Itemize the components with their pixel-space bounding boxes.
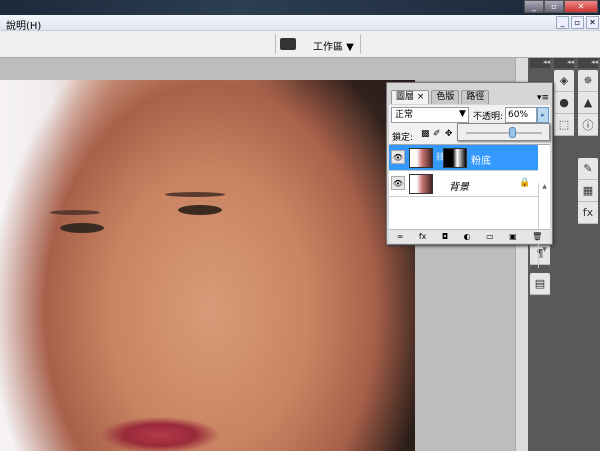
minimize-button[interactable]: _ — [524, 0, 544, 13]
fx-icon[interactable]: fx — [419, 232, 427, 241]
channels-icon[interactable]: ● — [554, 92, 574, 114]
tab-paths[interactable]: 路徑 — [461, 90, 490, 104]
doc-close-button[interactable]: ✕ — [586, 16, 599, 29]
navigator-icon[interactable]: ✵ — [578, 70, 598, 92]
dock-collapse-button[interactable]: ◂◂ — [554, 58, 574, 68]
close-button[interactable]: ✕ — [564, 0, 598, 13]
opacity-slider-popup[interactable] — [457, 123, 550, 141]
layer-row[interactable]: 👁 ⛓ 粉底 — [389, 145, 538, 171]
new-layer-icon[interactable]: ▣ — [509, 232, 517, 241]
tab-layers[interactable]: 圖層 × — [391, 90, 430, 104]
layer-thumbnail — [409, 174, 433, 194]
eye — [60, 223, 104, 233]
info-icon[interactable]: ⓘ — [578, 114, 598, 136]
eyebrow — [165, 192, 225, 197]
layers-icon[interactable]: ◈ — [554, 70, 574, 92]
panel-menu-button[interactable]: ▾≡ — [537, 93, 549, 103]
link-icon[interactable]: ∞ — [397, 232, 404, 241]
layer-name: 粉底 — [471, 156, 491, 167]
visibility-eye-icon[interactable]: 👁 — [391, 176, 405, 190]
tool-icon[interactable]: ▤ — [530, 273, 550, 295]
opacity-label: 不透明: — [473, 112, 504, 122]
dock-collapse-button[interactable]: ◂◂ — [578, 58, 598, 68]
lock-icon: 🔒 — [519, 178, 531, 188]
lock-label: 鎖定: — [392, 133, 414, 143]
document-canvas[interactable] — [0, 80, 415, 451]
dropdown-arrow-icon: ▼ — [459, 109, 466, 119]
folder-icon[interactable]: ▭ — [486, 232, 494, 241]
eyebrow — [50, 210, 100, 215]
bridge-icon[interactable] — [280, 38, 296, 50]
brushes-icon[interactable]: ✎ — [578, 158, 598, 180]
menu-help[interactable]: 說明(H) — [6, 17, 41, 32]
options-bar: 工作區 ▼ — [0, 31, 600, 58]
blend-mode-select[interactable]: 正常 — [391, 107, 469, 123]
layers-scrollbar[interactable]: ▲ ▼ — [538, 183, 550, 268]
lock-transparency-icon[interactable]: ▩ — [421, 129, 430, 139]
mask-icon[interactable]: ◘ — [442, 232, 448, 241]
eye — [178, 205, 222, 215]
opacity-slider-knob[interactable] — [508, 127, 516, 138]
doc-minimize-button[interactable]: _ — [556, 16, 569, 29]
adjustment-icon[interactable]: ◐ — [464, 232, 471, 241]
dock-collapse-button[interactable]: ◂◂ — [530, 58, 550, 68]
layer-thumbnail — [409, 148, 433, 168]
layer-name: 背景 — [449, 182, 469, 193]
opacity-slider-button[interactable]: ▸ — [537, 107, 549, 123]
workspace-menu[interactable]: 工作區 ▼ — [313, 38, 354, 53]
lock-paint-icon[interactable]: ✐ — [433, 129, 441, 139]
histogram-icon[interactable]: ▲ — [578, 92, 598, 114]
styles-icon[interactable]: fx — [578, 202, 598, 224]
title-bar: _ ▫ ✕ — [0, 0, 600, 15]
doc-restore-button[interactable]: ▫ — [571, 16, 584, 29]
paths-icon[interactable]: ⬚ — [554, 114, 574, 136]
visibility-eye-icon[interactable]: 👁 — [391, 150, 405, 164]
layer-row[interactable]: 👁 背景 🔒 — [389, 171, 538, 197]
lock-move-icon[interactable]: ✥ — [445, 129, 453, 139]
menu-bar: 說明(H) _ ▫ ✕ — [0, 15, 600, 32]
restore-button[interactable]: ▫ — [544, 0, 564, 13]
swatches-icon[interactable]: ▦ — [578, 180, 598, 202]
layer-mask-thumbnail[interactable] — [443, 148, 467, 168]
trash-icon[interactable]: 🗑 — [532, 232, 542, 241]
tab-channels[interactable]: 色版 — [431, 90, 460, 104]
opacity-input[interactable]: 60% — [505, 107, 537, 123]
layers-panel: 圖層 × 色版 路徑 ▾≡ 正常 ▼ 不透明: 60% ▸ 鎖定: ▩ ✐ ✥ … — [386, 82, 553, 268]
